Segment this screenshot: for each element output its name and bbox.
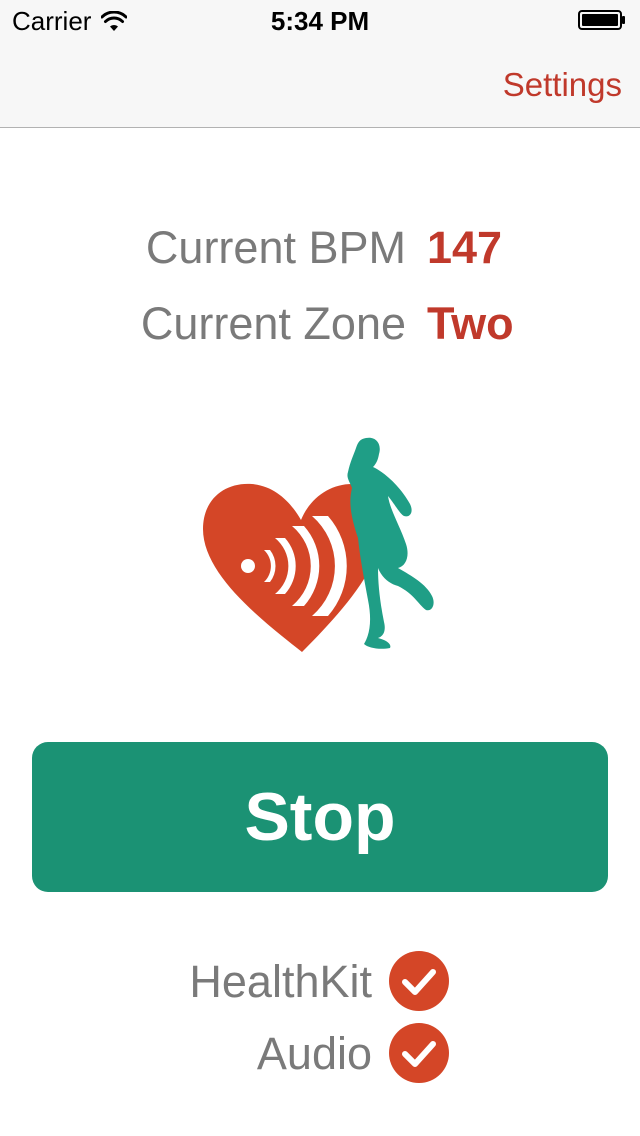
navigation-bar: Carrier 5:34 PM Settings bbox=[0, 0, 640, 128]
battery-icon bbox=[578, 10, 625, 30]
runner-icon bbox=[347, 437, 434, 649]
zone-row: Current Zone Two bbox=[0, 298, 640, 354]
checkmark-icon bbox=[389, 951, 449, 1011]
stop-button[interactable]: Stop bbox=[32, 742, 608, 892]
audio-label: Audio bbox=[256, 1028, 372, 1079]
app-screen: Carrier 5:34 PM Settings Current BPM 147… bbox=[0, 0, 640, 1136]
bpm-label: Current BPM bbox=[145, 222, 406, 273]
settings-button[interactable]: Settings bbox=[503, 66, 622, 104]
heart-runner-logo bbox=[203, 437, 434, 652]
healthkit-status-row: HealthKit bbox=[0, 950, 640, 1014]
bpm-value: 147 bbox=[427, 222, 503, 273]
zone-value: Two bbox=[427, 298, 514, 349]
zone-label: Current Zone bbox=[140, 298, 406, 349]
status-time: 5:34 PM bbox=[270, 6, 370, 36]
checkmark-icon bbox=[389, 1023, 449, 1083]
bpm-row: Current BPM 147 bbox=[0, 222, 640, 278]
audio-status-row: Audio bbox=[0, 1022, 640, 1086]
healthkit-label: HealthKit bbox=[189, 956, 372, 1007]
